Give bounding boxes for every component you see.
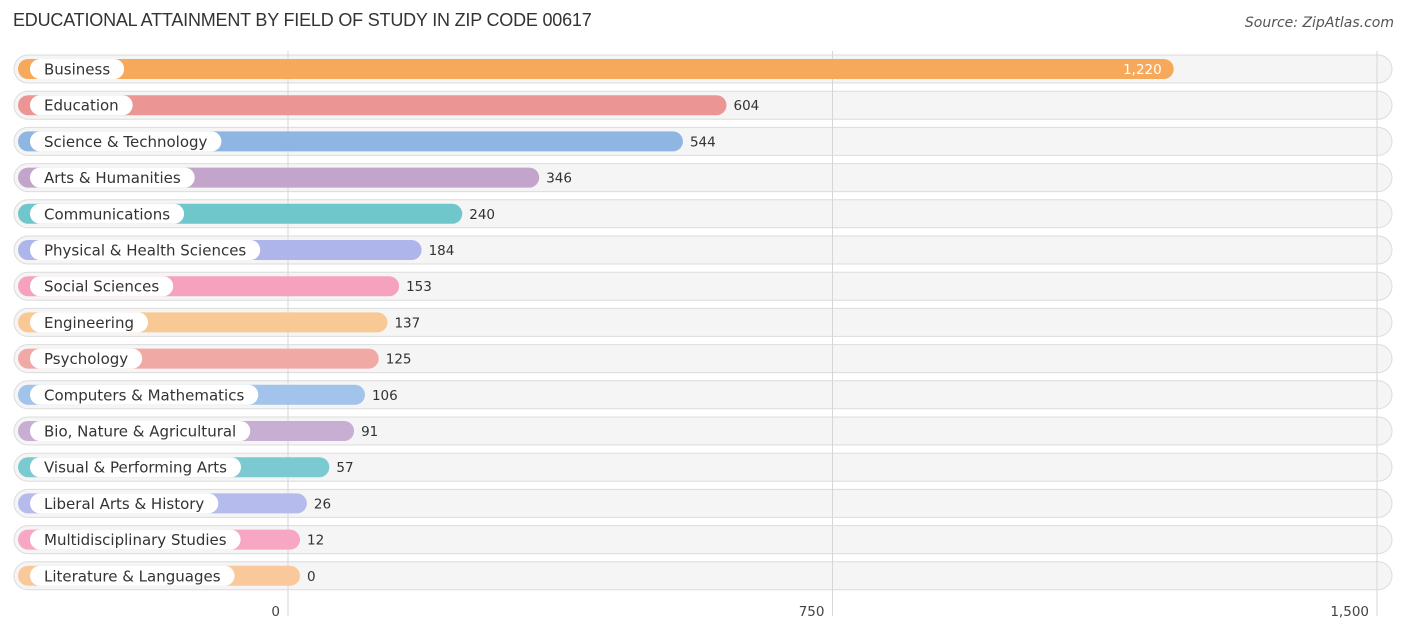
value-label: 153 (406, 279, 432, 295)
tick-label: 750 (799, 604, 825, 620)
bar-group: Computers & Mathematics 106 (18, 384, 398, 405)
bar-group: Bio, Nature & Agricultural 91 (18, 421, 378, 441)
category-label: Computers & Mathematics (44, 386, 244, 404)
category-label: Physical & Health Sciences (44, 242, 246, 260)
tick-label: 0 (271, 604, 280, 620)
value-label: 125 (386, 352, 412, 368)
x-axis-ticks: 0 750 1,500 (271, 604, 1369, 620)
value-label: 106 (372, 388, 398, 404)
value-label: 240 (469, 207, 495, 223)
bar-group: Science & Technology 544 (18, 131, 716, 152)
value-label: 0 (307, 569, 316, 585)
value-label: 346 (546, 171, 572, 187)
bar-chart: Business 1,220 Education 604 Science & Techn… (13, 51, 1393, 620)
bar-group: Liberal Arts & History 26 (18, 493, 331, 514)
bar-group: Arts & Humanities 346 (18, 167, 572, 188)
category-label: Literature & Languages (44, 567, 221, 585)
value-label: 91 (361, 424, 378, 440)
bar-group: Visual & Performing Arts 57 (18, 457, 354, 478)
bar-group: Engineering 137 (18, 312, 420, 333)
tick-label: 1,500 (1330, 604, 1369, 620)
category-label: Education (44, 97, 119, 115)
bar-group: Physical & Health Sciences 184 (18, 240, 454, 260)
category-label: Engineering (44, 314, 134, 332)
category-label: Multidisciplinary Studies (44, 531, 227, 549)
category-label: Business (44, 61, 110, 79)
bar-group: Business 1,220 (18, 59, 1174, 79)
category-label: Communications (44, 205, 170, 223)
category-label: Psychology (44, 350, 128, 368)
category-label: Liberal Arts & History (44, 495, 204, 513)
bar[interactable] (18, 59, 1174, 79)
value-label: 184 (429, 243, 455, 259)
value-label: 604 (734, 98, 760, 114)
value-label: 137 (394, 315, 420, 331)
bar-group: Multidisciplinary Studies 12 (18, 529, 324, 550)
bar-group: Education 604 (18, 95, 760, 116)
value-label: 26 (314, 496, 331, 512)
value-label: 57 (336, 460, 353, 476)
bar-group: Communications 240 (18, 203, 495, 224)
value-label: 1,220 (1123, 62, 1162, 78)
category-label: Bio, Nature & Agricultural (44, 423, 236, 441)
value-label: 12 (307, 533, 324, 549)
bar-group: Psychology 125 (18, 348, 412, 369)
category-label: Social Sciences (44, 278, 159, 296)
bar-group: Social Sciences 153 (18, 276, 432, 297)
bar-group: Literature & Languages 0 (18, 565, 316, 586)
category-label: Arts & Humanities (44, 169, 181, 187)
category-label: Visual & Performing Arts (44, 459, 227, 477)
value-label: 544 (690, 134, 716, 150)
category-label: Science & Technology (44, 133, 208, 151)
